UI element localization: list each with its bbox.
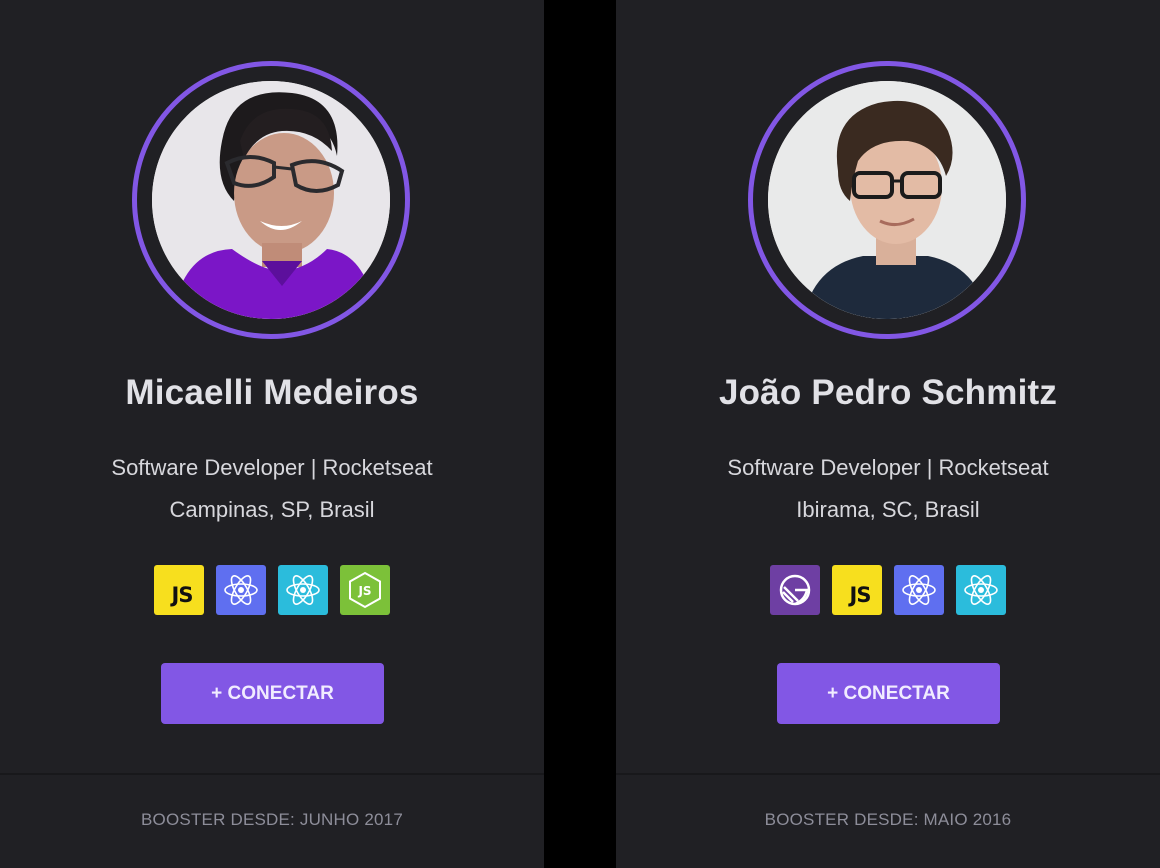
profile-location: Ibirama, SC, Brasil [796, 497, 980, 522]
react-icon [956, 565, 1006, 615]
svg-text:JS: JS [357, 584, 371, 598]
javascript-label: JS [171, 583, 194, 607]
profile-role: Software Developer | Rocketseat [727, 455, 1049, 480]
divider [0, 773, 544, 775]
react-icon [216, 565, 266, 615]
avatar-ring [748, 61, 1026, 339]
gatsby-icon [770, 565, 820, 615]
javascript-label: JS [849, 583, 872, 607]
divider [616, 773, 1160, 775]
react-icon [894, 565, 944, 615]
javascript-icon: JS [154, 565, 204, 615]
profile-card: Micaelli Medeiros Software Developer | R… [0, 0, 544, 868]
profile-card: João Pedro Schmitz Software Developer | … [616, 0, 1160, 868]
booster-since: BOOSTER DESDE: MAIO 2016 [764, 810, 1012, 829]
avatar [152, 81, 390, 319]
tech-list: JS JS [0, 565, 544, 615]
page: Micaelli Medeiros Software Developer | R… [0, 0, 1160, 868]
avatar-ring [132, 61, 410, 339]
avatar [768, 81, 1006, 319]
connect-button[interactable]: + CONECTAR [777, 663, 1000, 724]
booster-since: BOOSTER DESDE: JUNHO 2017 [141, 810, 403, 829]
nodejs-icon: JS [340, 565, 390, 615]
profile-photo-icon [768, 81, 1006, 319]
profile-name: Micaelli Medeiros [125, 373, 419, 412]
profile-name: João Pedro Schmitz [718, 373, 1058, 412]
profile-photo-icon [152, 81, 390, 319]
javascript-icon: JS [832, 565, 882, 615]
react-icon [278, 565, 328, 615]
connect-button[interactable]: + CONECTAR [161, 663, 384, 724]
profile-location: Campinas, SP, Brasil [169, 497, 375, 522]
tech-list: JS [616, 565, 1160, 615]
profile-role: Software Developer | Rocketseat [111, 455, 433, 480]
